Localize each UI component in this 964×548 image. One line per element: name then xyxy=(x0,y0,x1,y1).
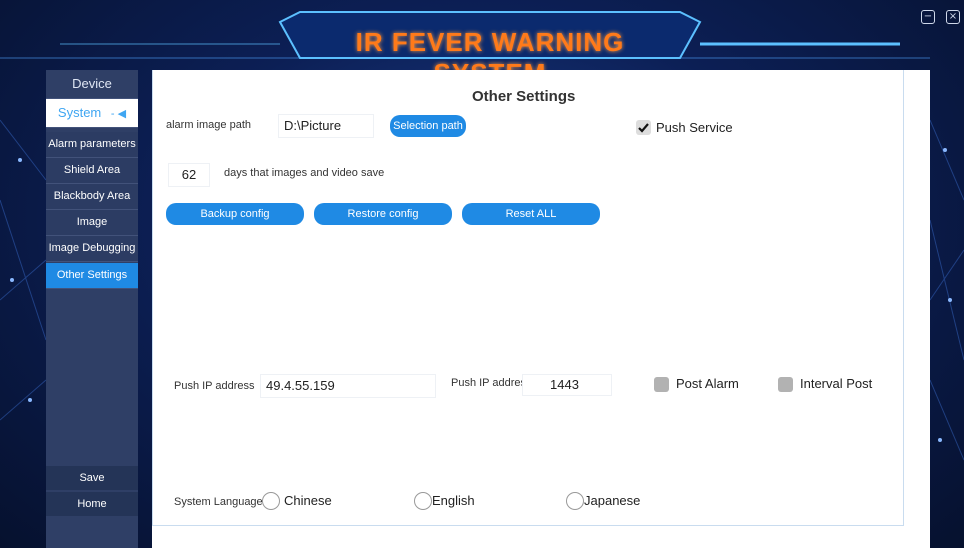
minimize-icon[interactable]: − xyxy=(921,10,935,24)
save-button[interactable]: Save xyxy=(46,466,138,490)
system-language-label: System Language xyxy=(174,496,263,508)
push-ip-label: Push IP address xyxy=(174,380,255,392)
sidebar-item-other-settings[interactable]: Other Settings xyxy=(46,263,138,289)
push-ip-input[interactable]: 49.4.55.159 xyxy=(260,374,436,398)
radio-english[interactable] xyxy=(414,492,432,510)
settings-frame xyxy=(152,70,904,526)
radio-japanese-label: Japanese xyxy=(584,493,641,508)
collapse-arrow-icon: - ◀ xyxy=(110,108,127,120)
sidebar-item-alarm-parameters[interactable]: Alarm parameters xyxy=(46,132,138,158)
post-alarm-checkbox[interactable] xyxy=(654,377,669,392)
sidebar-item-image-registration[interactable]: Image Registration xyxy=(46,210,138,253)
radio-chinese[interactable] xyxy=(262,492,280,510)
sidebar-item-image-debugging[interactable]: Image Debugging xyxy=(46,236,138,262)
alarm-image-path-input[interactable]: D:\Picture xyxy=(278,114,374,138)
sidebar: Device System - ◀ Alarm parameters Shiel… xyxy=(46,70,138,548)
sidebar-item-shield-area[interactable]: Shield Area xyxy=(46,158,138,184)
interval-post-label: Interval Post xyxy=(800,376,873,391)
sidebar-item-device[interactable]: Device xyxy=(46,70,138,99)
push-service-checkbox[interactable] xyxy=(636,120,651,135)
post-alarm-label: Post Alarm xyxy=(676,376,739,391)
close-icon[interactable]: × xyxy=(946,10,960,24)
sidebar-item-label: System xyxy=(57,105,102,120)
interval-post-checkbox[interactable] xyxy=(778,377,793,392)
checkmark-icon xyxy=(638,123,649,133)
radio-chinese-label: Chinese xyxy=(284,493,332,508)
alarm-image-path-label: alarm image path xyxy=(166,119,251,131)
sidebar-item-label: Device xyxy=(72,76,112,91)
settings-panel: Other Settings alarm image path D:\Pictu… xyxy=(152,70,930,548)
home-button[interactable]: Home xyxy=(46,492,138,516)
radio-japanese[interactable] xyxy=(566,492,584,510)
sidebar-item-blackbody-area[interactable]: Blackbody Area xyxy=(46,184,138,210)
push-port-input[interactable]: 1443 xyxy=(522,374,612,396)
page-title: Other Settings xyxy=(472,88,576,105)
reset-all-button[interactable]: Reset ALL xyxy=(462,203,600,225)
sidebar-item-system[interactable]: System - ◀ xyxy=(46,99,138,128)
push-service-label: Push Service xyxy=(656,120,733,135)
backup-config-button[interactable]: Backup config xyxy=(166,203,304,225)
radio-english-label: English xyxy=(432,493,475,508)
restore-config-button[interactable]: Restore config xyxy=(314,203,452,225)
selection-path-button[interactable]: Selection path xyxy=(390,115,466,137)
retention-days-label: days that images and video save xyxy=(224,167,385,179)
push-port-label: Push IP addres xyxy=(451,377,527,389)
title-bar: IR FEVER WARNING SYSTEM − × xyxy=(0,0,964,88)
retention-days-input[interactable]: 62 xyxy=(168,163,210,187)
